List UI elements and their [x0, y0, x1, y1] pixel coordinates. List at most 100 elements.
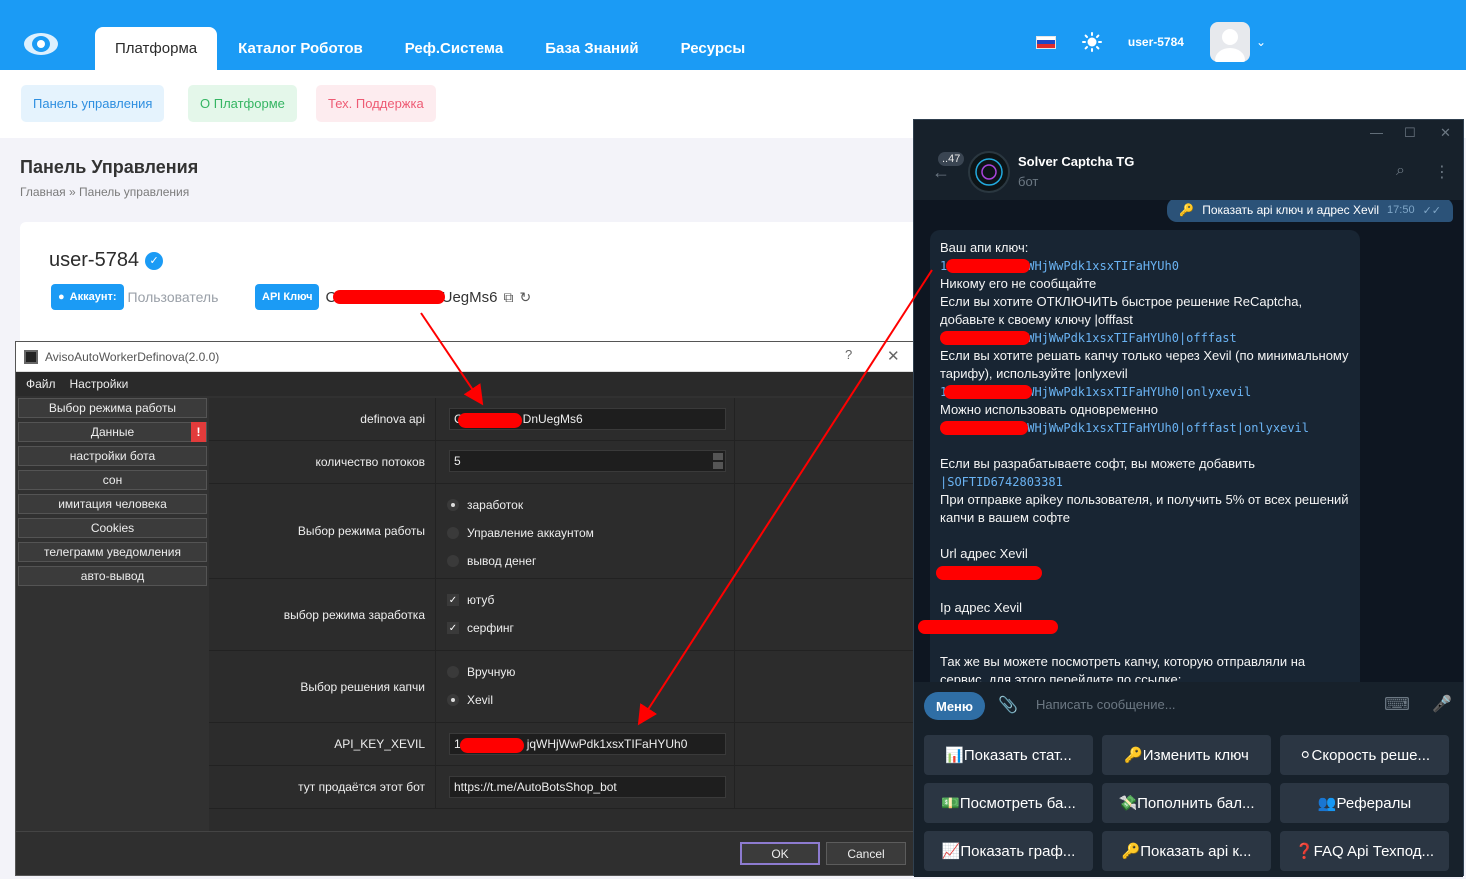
- label-threads: количество потоков: [315, 455, 425, 469]
- radio-withdraw[interactable]: вывод денег: [447, 554, 536, 568]
- side-data[interactable]: Данные !: [18, 422, 207, 442]
- radio-xevil[interactable]: Xevil: [447, 693, 493, 707]
- nav-knowledge-base[interactable]: База Знаний: [524, 27, 659, 70]
- kb-topup-balance[interactable]: 💸Пополнить бал...: [1102, 783, 1271, 823]
- input-shop-url[interactable]: https://t.me/AutoBotsShop_bot: [449, 776, 726, 798]
- side-work-mode[interactable]: Выбор режима работы: [18, 398, 207, 418]
- radio-checked-icon: [447, 499, 459, 511]
- header-username[interactable]: user-5784: [1128, 35, 1184, 49]
- attach-icon[interactable]: 📎: [998, 695, 1018, 715]
- side-human-imitation[interactable]: имитация человека: [18, 494, 207, 514]
- kb-show-api-key[interactable]: 🔑Показать api к...: [1102, 831, 1271, 871]
- radio-xevil-label: Xevil: [467, 693, 494, 707]
- nav-platform[interactable]: Платформа: [95, 27, 218, 70]
- read-checks-icon: ✓✓: [1422, 204, 1441, 217]
- divider: [435, 766, 436, 808]
- side-bot-settings[interactable]: настройки бота: [18, 446, 207, 466]
- maximize-icon[interactable]: ☐: [1404, 125, 1416, 141]
- nav-robot-catalog[interactable]: Каталог Роботов: [217, 27, 384, 70]
- radio-earn[interactable]: заработок: [447, 498, 523, 512]
- radio-unchecked-icon: [447, 555, 459, 567]
- xevil-url-value[interactable]: [936, 563, 1350, 581]
- redaction-mark: [940, 331, 1030, 345]
- api-key-combined-code[interactable]: 1WHjWwPdk1xsxTIFaHYUh0|offfast|onlyxevil: [940, 419, 1350, 437]
- side-telegram-notify[interactable]: телеграмм уведомления: [18, 542, 207, 562]
- pill-control-panel[interactable]: Панель управления: [21, 85, 165, 122]
- site-header: Платформа Каталог Роботов Реф.Система Ба…: [0, 0, 1466, 70]
- nav-ref-system[interactable]: Реф.Система: [384, 27, 524, 70]
- softid-code[interactable]: |SOFTID6742803381: [940, 473, 1350, 491]
- radio-manual[interactable]: Вручную: [447, 665, 515, 679]
- copy-icon[interactable]: ⧉: [503, 289, 513, 306]
- threads-spinbox[interactable]: 5: [449, 450, 726, 472]
- message-input[interactable]: Написать сообщение...: [1036, 697, 1176, 712]
- api-key-onlyxevil-code[interactable]: 1WHjWwPdk1xsxTIFaHYUh0|onlyxevil: [940, 383, 1350, 401]
- minimize-icon[interactable]: —: [1370, 125, 1383, 140]
- input-xevil-key-end: jqWHjWwPdk1xsxTIFaHYUh0: [526, 737, 688, 751]
- help-button[interactable]: ?: [845, 347, 852, 362]
- chat-header: ← ..47 Solver Captcha TG бот ⌕ ⋮: [914, 146, 1463, 200]
- radio-earn-label: заработок: [467, 498, 524, 512]
- keyboard-toggle-icon[interactable]: ⌨: [1384, 694, 1410, 715]
- kb-show-stats[interactable]: 📊Показать стат...: [924, 735, 1093, 775]
- close-icon[interactable]: ✕: [887, 347, 900, 365]
- close-icon[interactable]: ✕: [1440, 125, 1451, 141]
- input-xevil-key[interactable]: 1 jqWHjWwPdk1xsxTIFaHYUh0: [449, 733, 726, 755]
- side-sleep[interactable]: сон: [18, 470, 207, 490]
- more-icon[interactable]: ⋮: [1434, 162, 1450, 182]
- bot-settings-window: AvisoAutoWorkerDefinova(2.0.0) ? ✕ Файл …: [15, 341, 915, 876]
- cancel-button[interactable]: Cancel: [826, 842, 906, 865]
- radio-account-mgmt[interactable]: Управление аккаунтом: [447, 526, 594, 540]
- kb-referrals[interactable]: 👥Рефералы: [1280, 783, 1449, 823]
- radio-manual-label: Вручную: [467, 665, 516, 679]
- redaction-mark: [944, 385, 1032, 399]
- api-key-code[interactable]: 1 WHjWwPdk1xsxTIFaHYUh0: [940, 257, 1350, 275]
- spin-arrows-icon[interactable]: [713, 453, 723, 469]
- russian-flag-icon[interactable]: [1035, 35, 1056, 49]
- chevron-down-icon[interactable]: ⌄: [1256, 35, 1266, 49]
- refresh-icon[interactable]: ↻: [519, 289, 531, 306]
- kb-show-graph[interactable]: 📈Показать граф...: [924, 831, 1093, 871]
- kb-view-balance[interactable]: 💵Посмотреть ба...: [924, 783, 1093, 823]
- sun-icon[interactable]: [1081, 32, 1102, 52]
- xevil-ip-value[interactable]: [918, 617, 1350, 635]
- kb-change-key[interactable]: 🔑Изменить ключ: [1102, 735, 1271, 775]
- message-time: 17:50: [1387, 204, 1415, 216]
- radio-checked-icon: [447, 694, 459, 706]
- side-cookies[interactable]: Cookies: [18, 518, 207, 538]
- search-icon[interactable]: ⌕: [1396, 162, 1405, 180]
- pill-about-platform[interactable]: О Платформе: [188, 85, 297, 122]
- pill-support[interactable]: Тех. Поддержка: [316, 85, 436, 122]
- main-nav: Платформа Каталог Роботов Реф.Система Ба…: [95, 27, 766, 70]
- bot-avatar[interactable]: [968, 151, 1010, 193]
- kb-solve-speed[interactable]: ⚪Скорость реше...: [1280, 735, 1449, 775]
- bot-name[interactable]: Solver Captcha TG: [1018, 154, 1134, 169]
- avatar[interactable]: [1209, 22, 1250, 62]
- redaction-mark: [940, 421, 1028, 435]
- msg-line: Если вы хотите ОТКЛЮЧИТЬ быстрое решение…: [940, 294, 1303, 327]
- logo-icon[interactable]: [22, 26, 60, 60]
- menu-button[interactable]: Меню: [924, 692, 986, 720]
- label-captcha: Выбор решения капчи: [300, 679, 425, 694]
- ok-button[interactable]: OK: [740, 842, 820, 865]
- menu-file[interactable]: Файл: [26, 377, 56, 391]
- divider: [435, 579, 436, 650]
- check-youtube[interactable]: ✓ ютуб: [447, 593, 494, 607]
- threads-value: 5: [454, 454, 461, 468]
- divider: [734, 579, 735, 650]
- api-key-offfast-code[interactable]: 1WHjWwPdk1xsxTIFaHYUh0|offfast: [940, 329, 1350, 347]
- input-definova-api[interactable]: C DnUegMs6: [449, 408, 726, 430]
- settings-sidebar: Выбор режима работы Данные ! настройки б…: [18, 398, 208, 590]
- menu-settings[interactable]: Настройки: [70, 377, 129, 391]
- kb-faq-support[interactable]: ❓FAQ Api Техпод...: [1280, 831, 1449, 871]
- bot-keyboard: 📊Показать стат... 🔑Изменить ключ ⚪Скорос…: [914, 730, 1463, 877]
- nav-resources[interactable]: Ресурсы: [660, 27, 767, 70]
- message-input-bar: Меню 📎 Написать сообщение... ⌨ 🎤: [914, 682, 1463, 730]
- account-badge: ● Аккаунт: Пользователь: [51, 284, 218, 310]
- profile-username: user-5784 ✓: [49, 249, 164, 272]
- check-surfing[interactable]: ✓ серфинг: [447, 621, 514, 635]
- microphone-icon[interactable]: 🎤: [1432, 694, 1452, 714]
- tg-titlebar: — ☐ ✕: [914, 120, 1463, 146]
- side-auto-withdraw[interactable]: авто-вывод: [18, 566, 207, 586]
- divider: [734, 441, 735, 483]
